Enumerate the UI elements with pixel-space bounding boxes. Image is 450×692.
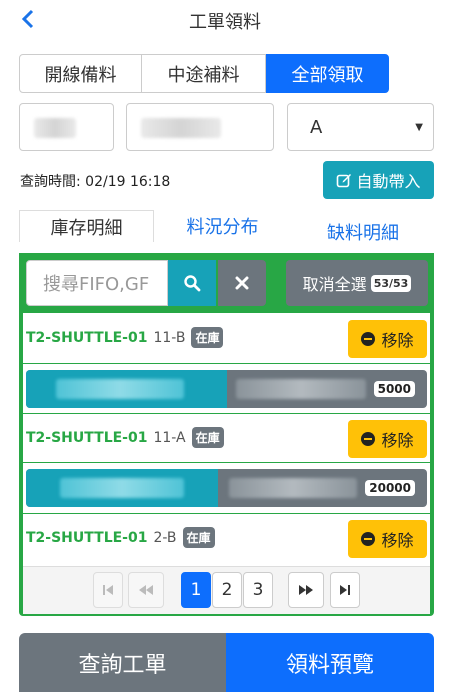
item-location: 11-A (153, 429, 186, 446)
item-location: 11-B (153, 329, 186, 346)
status-badge: 在庫 (182, 527, 215, 548)
list-item-header: T2-SHUTTLE-01 11-B 在庫 (26, 327, 224, 348)
pick-preview-button[interactable]: 領料預覽 (226, 633, 434, 692)
tab-mid-replenish[interactable]: 中途補料 (141, 54, 266, 93)
item-tag: T2-SHUTTLE-01 (26, 329, 148, 346)
status-badge: 在庫 (191, 327, 224, 348)
tab-line-prep[interactable]: 開線備料 (19, 54, 142, 93)
quantity-badge: 20000 (365, 480, 415, 496)
item-tag: T2-SHUTTLE-01 (26, 529, 148, 546)
next-page-button[interactable] (288, 572, 324, 608)
first-page-icon (103, 585, 113, 595)
first-page-button[interactable] (93, 572, 123, 608)
search-icon (184, 275, 201, 292)
part-field[interactable] (126, 103, 274, 151)
divider (23, 363, 430, 364)
remove-label: 移除 (381, 331, 414, 350)
quantity-badge: 5000 (373, 381, 415, 397)
status-badge: 在庫 (191, 427, 224, 448)
prev-page-button[interactable] (128, 572, 164, 608)
item-tag: T2-SHUTTLE-01 (26, 429, 148, 446)
selected-count-badge: 53/53 (370, 274, 412, 292)
auto-fill-button[interactable]: 自動帶入 (323, 161, 434, 199)
clear-button[interactable] (218, 260, 266, 306)
area-select[interactable]: A ▼ (287, 103, 434, 151)
remove-label: 移除 (381, 431, 414, 450)
search-input[interactable]: 搜尋FIFO,GF (26, 260, 168, 306)
list-item-header: T2-SHUTTLE-01 11-A 在庫 (26, 427, 224, 448)
page-1-button[interactable]: 1 (181, 572, 211, 608)
remove-button[interactable]: 移除 (348, 420, 427, 458)
quantity-bar[interactable]: 5000 (26, 370, 427, 408)
fast-forward-icon (299, 585, 313, 595)
edit-icon (337, 174, 352, 188)
rewind-icon (139, 585, 153, 595)
remove-label: 移除 (381, 531, 414, 550)
work-order-field[interactable] (19, 103, 114, 151)
page-3-button[interactable]: 3 (243, 572, 273, 608)
caret-down-icon: ▼ (415, 122, 423, 133)
close-icon (235, 276, 249, 290)
last-page-button[interactable] (330, 572, 360, 608)
tab-all-collect[interactable]: 全部領取 (266, 54, 389, 93)
minus-circle-icon (361, 432, 376, 446)
area-select-value: A (310, 117, 323, 138)
auto-fill-label: 自動帶入 (356, 172, 421, 191)
tab-shortage-detail[interactable]: 缺料明細 (308, 216, 418, 248)
search-button[interactable] (168, 260, 216, 306)
divider (23, 413, 430, 414)
query-work-order-button[interactable]: 查詢工單 (19, 633, 226, 692)
query-time: 查詢時間: 02/19 16:18 (20, 174, 171, 190)
minus-circle-icon (361, 332, 376, 346)
tab-inventory-detail[interactable]: 庫存明細 (19, 210, 154, 242)
deselect-all-button[interactable]: 取消全選 53/53 (286, 260, 428, 306)
minus-circle-icon (361, 532, 376, 546)
page-2-button[interactable]: 2 (212, 572, 242, 608)
remove-button[interactable]: 移除 (348, 520, 427, 558)
quantity-bar[interactable]: 20000 (26, 469, 427, 507)
tab-material-distribution[interactable]: 料況分布 (165, 210, 280, 242)
remove-button[interactable]: 移除 (348, 320, 427, 358)
last-page-icon (340, 585, 350, 595)
deselect-label: 取消全選 (302, 275, 367, 294)
page-title: 工單領料 (189, 12, 261, 33)
item-location: 2-B (153, 529, 177, 546)
divider (23, 513, 430, 514)
divider (23, 462, 430, 463)
list-item-header: T2-SHUTTLE-01 2-B 在庫 (26, 527, 215, 548)
